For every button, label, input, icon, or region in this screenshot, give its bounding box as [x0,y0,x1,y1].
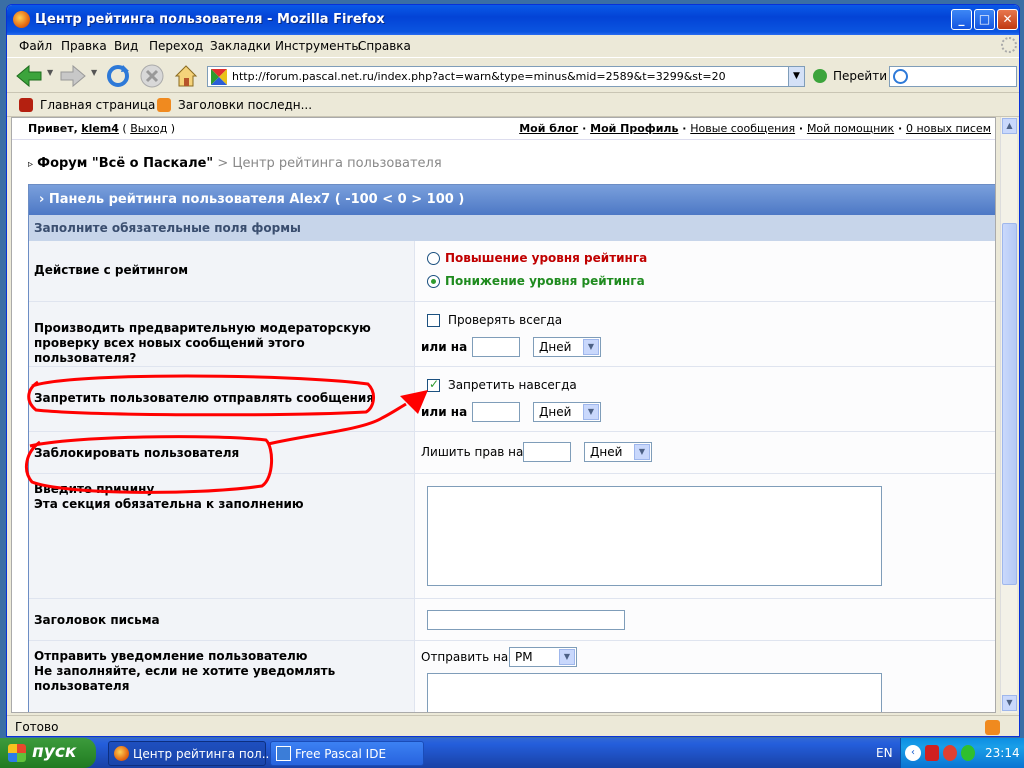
status-bar: Готово [7,715,1019,736]
back-icon[interactable] [15,64,43,88]
forward-icon[interactable] [59,64,87,88]
back-dropdown-icon[interactable]: ▼ [47,68,53,77]
navigation-toolbar: ▼ ▼ http://forum.pascal.net.ru/index.php… [7,57,1019,93]
start-button[interactable]: пуск [0,738,96,768]
start-label: пуск [32,742,77,762]
menu-view[interactable]: Вид [114,39,138,53]
clock: 23:14 [985,746,1020,760]
status-text: Готово [15,720,59,734]
bookmark-home[interactable]: Главная страница ... [40,98,171,112]
menu-go[interactable]: Переход [149,39,203,53]
url-dropdown-icon[interactable]: ▼ [788,67,804,86]
annotation-circle-forbid [27,374,375,417]
throbber-icon [1001,37,1017,53]
stop-icon[interactable] [139,63,165,89]
maximize-button[interactable]: □ [974,9,995,30]
vertical-scrollbar[interactable]: ▲ ▼ [1000,117,1017,713]
task-freepascal-label: Free Pascal IDE [295,747,387,761]
menu-file[interactable]: Файл [19,39,52,53]
home-icon[interactable] [173,63,199,89]
security-shield-icon[interactable] [925,745,939,761]
firefox-window: Центр рейтинга пользователя - Mozilla Fi… [6,4,1020,737]
minimize-button[interactable]: _ [951,9,972,30]
tray-app-icon[interactable] [943,745,957,761]
page-content: Привет, klem4 ( Выход ) Мой блог · Мой П… [11,117,996,713]
search-engine-icon[interactable] [893,69,908,84]
title-bar: Центр рейтинга пользователя - Mozilla Fi… [7,5,1019,35]
url-bar[interactable]: http://forum.pascal.net.ru/index.php?act… [207,66,805,87]
menu-tools[interactable]: Инструменты [275,39,361,53]
bookmark-headlines[interactable]: Заголовки последн... [178,98,312,112]
windows-logo-icon [8,744,26,762]
language-indicator[interactable]: EN [876,746,893,760]
task-firefox-label: Центр рейтинга пол... [133,747,274,761]
system-tray: ‹ 23:14 [900,738,1024,768]
menu-bookmarks[interactable]: Закладки [210,39,271,53]
annotation-circle-block [24,435,273,494]
scroll-thumb[interactable] [1002,223,1017,585]
url-text: http://forum.pascal.net.ru/index.php?act… [232,70,726,83]
rss-feed-icon[interactable] [985,720,1000,735]
go-label: Перейти [833,69,887,83]
menu-bar: Файл Правка Вид Переход Закладки Инструм… [7,35,1019,57]
icq-flower-icon[interactable] [961,745,975,761]
search-input[interactable] [889,66,1017,87]
task-freepascal[interactable]: Free Pascal IDE [270,741,424,766]
bookmark-favicon-icon [19,98,33,112]
reload-icon[interactable] [105,63,131,89]
menu-help[interactable]: Справка [358,39,411,53]
bookmarks-toolbar: Главная страница ... Заголовки последн..… [7,93,1019,117]
tray-expand-icon[interactable]: ‹ [905,745,921,761]
rss-icon [157,98,171,112]
forward-dropdown-icon[interactable]: ▼ [91,68,97,77]
red-annotation-overlay [24,374,428,494]
freepascal-task-icon [276,746,291,761]
window-title: Центр рейтинга пользователя - Mozilla Fi… [35,12,385,27]
scroll-up-icon[interactable]: ▲ [1002,118,1017,134]
close-button[interactable]: ✕ [997,9,1018,30]
go-icon [813,69,827,83]
firefox-task-icon [114,746,129,761]
annotation-arrow-line [267,402,407,446]
site-favicon-icon [211,69,227,85]
task-firefox[interactable]: Центр рейтинга пол... [108,741,273,766]
menu-edit[interactable]: Правка [61,39,107,53]
scroll-down-icon[interactable]: ▼ [1002,695,1017,711]
taskbar: пуск Центр рейтинга пол... Free Pascal I… [0,738,1024,768]
annotation-arrowhead [400,390,428,414]
firefox-icon [13,11,30,28]
